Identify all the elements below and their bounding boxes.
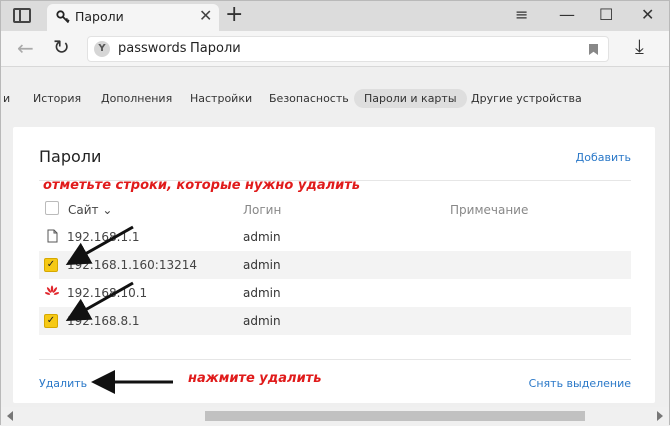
clear-selection-link[interactable]: Снять выделение bbox=[529, 377, 631, 390]
tab-history[interactable]: История bbox=[33, 92, 81, 105]
table-row[interactable]: 192.168.10.1 admin bbox=[39, 279, 631, 307]
address-bar[interactable]: Y passwords Пароли bbox=[87, 36, 609, 62]
row-login: admin bbox=[243, 314, 281, 328]
hint-press-delete: нажмите удалить bbox=[188, 371, 322, 386]
bookmark-icon[interactable] bbox=[589, 44, 598, 55]
table-row[interactable]: ✓ 192.168.8.1 admin bbox=[39, 307, 631, 335]
row-login: admin bbox=[243, 258, 281, 272]
row-login: admin bbox=[243, 286, 281, 300]
passwords-card: Пароли Добавить отметьте строки, которые… bbox=[13, 127, 655, 403]
column-site[interactable]: Сайт ⌄ bbox=[68, 203, 112, 217]
tab-passwords[interactable]: Пароли ✕ bbox=[47, 4, 219, 31]
yandex-icon: Y bbox=[94, 41, 110, 57]
tab-other-devices[interactable]: Другие устройства bbox=[471, 92, 582, 105]
address-domain: passwords bbox=[118, 41, 187, 56]
tab-passwords-cards[interactable]: Пароли и карты bbox=[354, 89, 467, 108]
maximize-button[interactable]: ☐ bbox=[599, 3, 613, 27]
scroll-left-icon[interactable] bbox=[7, 411, 13, 421]
reload-icon[interactable]: ↻ bbox=[53, 35, 70, 59]
row-site: 192.168.1.1 bbox=[67, 230, 140, 244]
row-site: 192.168.1.160:13214 bbox=[67, 258, 198, 272]
divider bbox=[39, 359, 631, 360]
browser-window: Пароли ✕ + ≡ — ☐ ✕ ← ↻ Y passwords Парол… bbox=[0, 0, 670, 425]
menu-icon[interactable]: ≡ bbox=[515, 3, 528, 27]
sidebar-toggle-icon[interactable] bbox=[13, 8, 31, 23]
select-all-checkbox[interactable] bbox=[45, 201, 59, 215]
file-icon bbox=[47, 229, 58, 243]
add-password-link[interactable]: Добавить bbox=[576, 151, 631, 164]
row-login: admin bbox=[243, 230, 281, 244]
hint-select-rows: отметьте строки, которые нужно удалить bbox=[43, 178, 361, 193]
table-row[interactable]: 192.168.1.1 admin bbox=[39, 223, 631, 251]
download-icon[interactable]: ⤓ bbox=[635, 34, 644, 58]
column-login: Логин bbox=[243, 203, 282, 217]
tab-extensions[interactable]: Дополнения bbox=[101, 92, 172, 105]
address-toolbar: ← ↻ Y passwords Пароли ⤓ bbox=[1, 31, 669, 67]
key-icon bbox=[56, 10, 70, 24]
tab-bar: Пароли ✕ + ≡ — ☐ ✕ bbox=[1, 1, 669, 31]
address-title: Пароли bbox=[190, 41, 241, 56]
row-checkbox[interactable]: ✓ bbox=[44, 258, 58, 272]
row-site: 192.168.8.1 bbox=[67, 314, 140, 328]
back-icon[interactable]: ← bbox=[17, 36, 34, 60]
delete-link[interactable]: Удалить bbox=[39, 377, 87, 390]
tab-title: Пароли bbox=[75, 9, 124, 24]
minimize-button[interactable]: — bbox=[559, 3, 575, 27]
page-title: Пароли bbox=[39, 147, 102, 166]
tab-close-icon[interactable]: ✕ bbox=[199, 6, 212, 25]
tab-settings[interactable]: Настройки bbox=[190, 92, 252, 105]
column-note: Примечание bbox=[450, 203, 529, 217]
settings-tabs: и История Дополнения Настройки Безопасно… bbox=[1, 87, 669, 117]
close-window-button[interactable]: ✕ bbox=[641, 3, 654, 27]
tab-security[interactable]: Безопасность bbox=[269, 92, 349, 105]
horizontal-scrollbar[interactable] bbox=[1, 407, 669, 425]
huawei-icon bbox=[45, 285, 59, 295]
row-checkbox[interactable]: ✓ bbox=[44, 314, 58, 328]
row-site: 192.168.10.1 bbox=[67, 286, 148, 300]
scrollbar-thumb[interactable] bbox=[205, 411, 585, 421]
table-row[interactable]: ✓ 192.168.1.160:13214 admin bbox=[39, 251, 631, 279]
scroll-right-icon[interactable] bbox=[657, 411, 663, 421]
tab-partial[interactable]: и bbox=[3, 92, 10, 105]
new-tab-button[interactable]: + bbox=[225, 2, 243, 28]
